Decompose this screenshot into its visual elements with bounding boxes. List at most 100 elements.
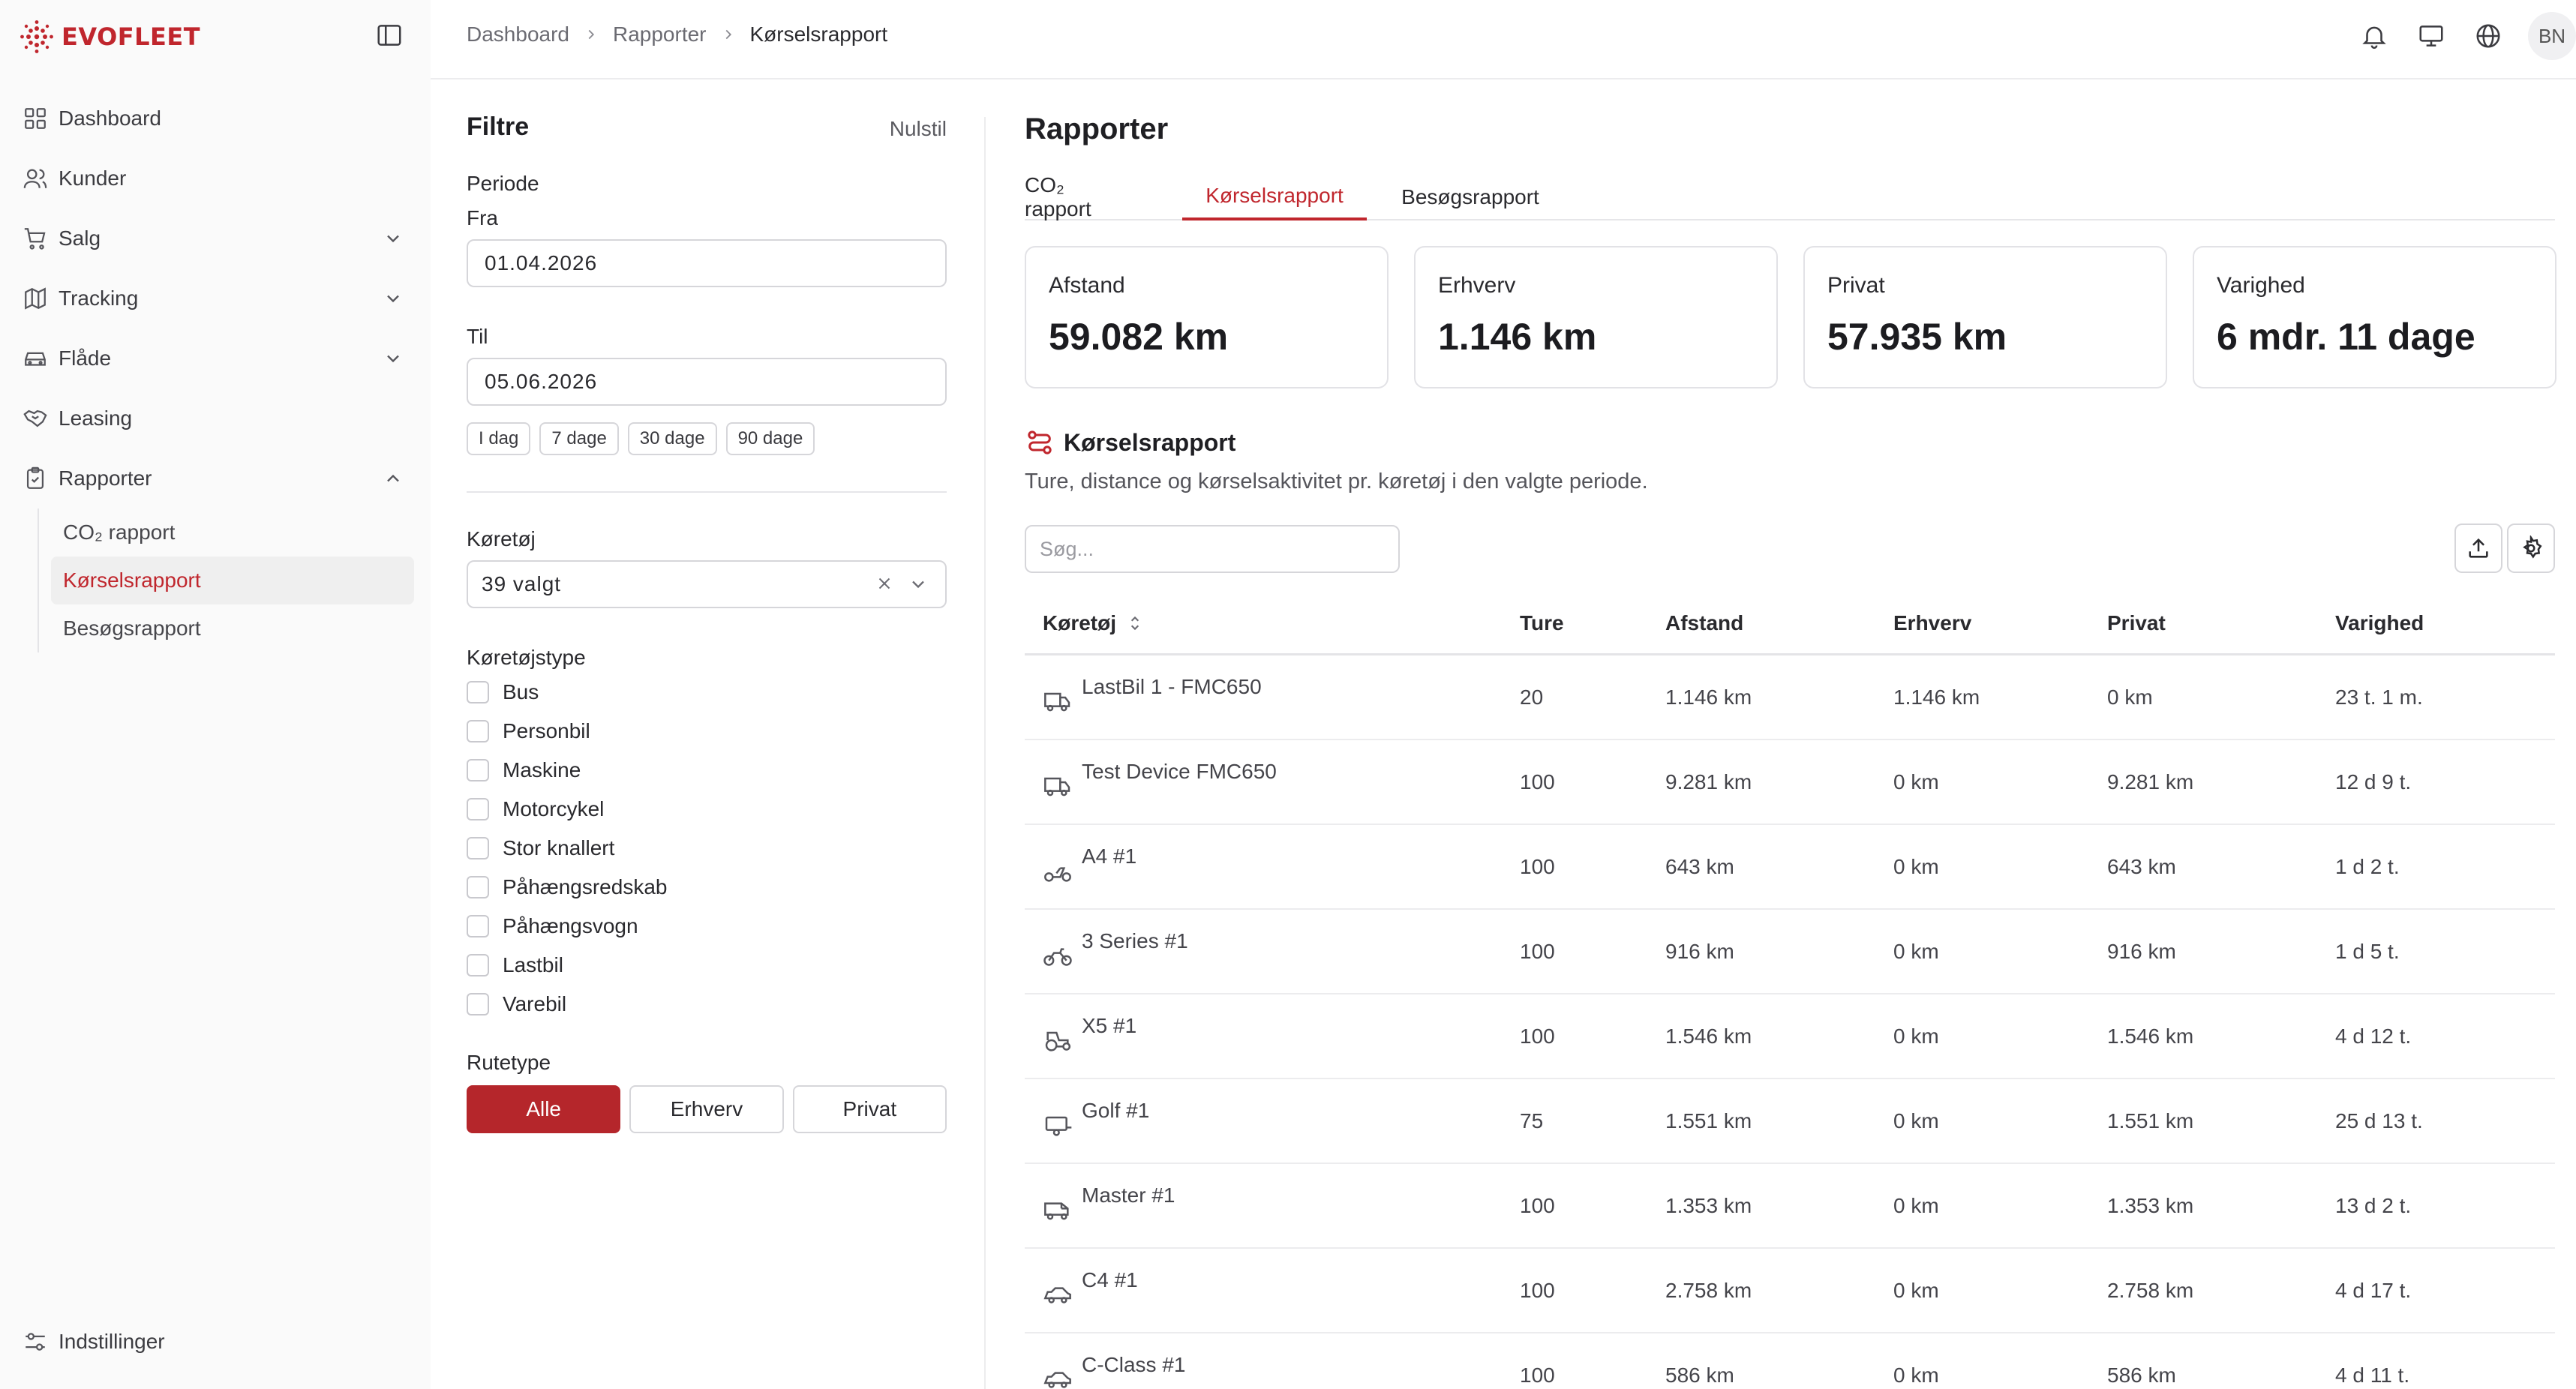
column-header-vehicle[interactable]: Køretøj — [1025, 611, 1520, 635]
checkbox[interactable] — [467, 759, 489, 782]
sidebar-item-leasing[interactable]: Leasing — [17, 388, 414, 448]
globe-icon[interactable] — [2474, 22, 2502, 50]
private-cell: 643 km — [2107, 854, 2176, 878]
from-date-input[interactable]: 01.04.2026 — [467, 239, 947, 287]
table-row[interactable]: C4 #1 100 2.758 km 0 km 2.758 km 4 d 17 … — [1025, 1249, 2555, 1334]
trips-cell: 75 — [1520, 1108, 1544, 1132]
vehicle-type-option[interactable]: Påhængsvogn — [467, 907, 947, 946]
cart-icon — [24, 228, 46, 250]
option-label: Motorcykel — [503, 797, 605, 820]
table-row[interactable]: X5 #1 100 1.546 km 0 km 1.546 km 4 d 12 … — [1025, 994, 2555, 1079]
close-icon[interactable] — [875, 574, 894, 593]
table-row[interactable]: Test Device FMC650 100 9.281 km 0 km 9.2… — [1025, 740, 2555, 825]
business-cell: 0 km — [1893, 1363, 1939, 1387]
vehicle-type-option[interactable]: Motorcykel — [467, 790, 947, 829]
sidebar-subitem-besoegsrapport[interactable]: Besøgsrapport — [51, 604, 414, 652]
to-date-input[interactable]: 05.06.2026 — [467, 358, 947, 406]
to-label: Til — [467, 325, 488, 348]
vehicle-type-option[interactable]: Maskine — [467, 751, 947, 790]
grid-icon — [25, 108, 46, 129]
summary-card-afstand: Afstand 59.082 km — [1025, 246, 1389, 388]
vehicle-type-option[interactable]: Stor knallert — [467, 829, 947, 868]
bell-icon[interactable] — [2360, 22, 2388, 50]
sidebar-item-tracking[interactable]: Tracking — [17, 268, 414, 328]
summary-card-varighed: Varighed 6 mdr. 11 dage — [2193, 246, 2556, 388]
section-subtitle: Ture, distance og kørselsaktivitet pr. k… — [1025, 470, 1648, 494]
handshake-icon — [23, 410, 47, 428]
tab-co2[interactable]: CO₂ rapport — [1025, 173, 1107, 220]
user-avatar[interactable]: BN — [2528, 12, 2576, 60]
export-button[interactable] — [2454, 524, 2502, 573]
table-row[interactable]: A4 #1 100 643 km 0 km 643 km 1 d 2 t. — [1025, 825, 2555, 910]
checkbox[interactable] — [467, 915, 489, 938]
sidebar-subitem-koerselsrapport[interactable]: Kørselsrapport — [51, 556, 414, 604]
truck-icon — [1044, 692, 1070, 711]
table-row[interactable]: Master #1 100 1.353 km 0 km 1.353 km 13 … — [1025, 1164, 2555, 1249]
business-cell: 0 km — [1893, 939, 1939, 963]
table-row[interactable]: C-Class #1 100 586 km 0 km 586 km 4 d 11… — [1025, 1334, 2555, 1389]
summary-cards: Afstand 59.082 km Erhverv 1.146 km Priva… — [1025, 246, 2556, 388]
breadcrumb-dashboard[interactable]: Dashboard — [467, 22, 569, 46]
tab-koerselsrapport[interactable]: Kørselsrapport — [1182, 174, 1367, 220]
checkbox[interactable] — [467, 798, 489, 820]
gear-icon — [2523, 536, 2542, 559]
checkbox[interactable] — [467, 954, 489, 976]
vehicle-type-option[interactable]: Lastbil — [467, 946, 947, 985]
quick-range-today[interactable]: I dag — [467, 422, 531, 455]
filters-panel: Filtre Nulstil Periode Fra 01.04.2026 Ti… — [467, 112, 947, 1133]
checkbox[interactable] — [467, 681, 489, 704]
brand-logo[interactable]: EVOFLEET — [20, 20, 200, 54]
sidebar-item-dashboard[interactable]: Dashboard — [17, 88, 414, 148]
reset-filters-button[interactable]: Nulstil — [890, 117, 947, 141]
route-type-business-button[interactable]: Erhverv — [629, 1085, 784, 1133]
table-row[interactable]: 3 Series #1 100 916 km 0 km 916 km 1 d 5… — [1025, 910, 2555, 994]
option-label: Stor knallert — [503, 836, 615, 860]
table-row[interactable]: Golf #1 75 1.551 km 0 km 1.551 km 25 d 1… — [1025, 1079, 2555, 1164]
monitor-icon[interactable] — [2417, 22, 2445, 50]
option-label: Bus — [503, 680, 539, 704]
card-label: Privat — [1827, 273, 1885, 298]
trips-cell: 100 — [1520, 1024, 1555, 1048]
duration-cell: 25 d 13 t. — [2335, 1108, 2423, 1132]
vehicle-type-option[interactable]: Personbil — [467, 712, 947, 751]
business-cell: 1.146 km — [1893, 685, 1980, 709]
checkbox[interactable] — [467, 720, 489, 742]
vehicle-select[interactable]: 39 valgt — [467, 560, 947, 608]
card-label: Varighed — [2217, 273, 2305, 298]
checkbox[interactable] — [467, 837, 489, 860]
checkbox[interactable] — [467, 876, 489, 898]
card-label: Afstand — [1049, 273, 1125, 298]
vehicle-cell: Test Device FMC650 — [1025, 760, 1520, 801]
distance-cell: 586 km — [1665, 1363, 1734, 1387]
vehicle-type-option[interactable]: Påhængsredskab — [467, 868, 947, 907]
search-input[interactable]: Søg... — [1025, 525, 1400, 573]
sidebar-toggle-icon[interactable] — [375, 21, 404, 50]
chevron-down-icon[interactable] — [908, 574, 929, 595]
quick-range-30[interactable]: 30 dage — [627, 422, 717, 455]
vehicle-cell: Golf #1 — [1025, 1099, 1520, 1140]
route-type-all-button[interactable]: Alle — [467, 1085, 621, 1133]
chevron-down-icon — [387, 235, 399, 243]
table-row[interactable]: LastBil 1 - FMC650 20 1.146 km 1.146 km … — [1025, 656, 2555, 740]
route-type-private-button[interactable]: Privat — [792, 1085, 947, 1133]
distance-cell: 1.546 km — [1665, 1024, 1752, 1048]
sidebar-item-rapporter[interactable]: Rapporter — [17, 448, 414, 508]
table-settings-button[interactable] — [2507, 524, 2555, 573]
sidebar-item-kunder[interactable]: Kunder — [17, 148, 414, 208]
tab-besoegsrapport[interactable]: Besøgsrapport — [1383, 174, 1557, 220]
panel-divider — [984, 117, 986, 1389]
sidebar-item-label: Rapporter — [59, 466, 152, 490]
sort-icon[interactable] — [1125, 614, 1145, 633]
sidebar-item-flaade[interactable]: Flåde — [17, 328, 414, 388]
quick-range-90[interactable]: 90 dage — [725, 422, 815, 455]
vehicle-type-option[interactable]: Varebil — [467, 985, 947, 1024]
column-header-business: Erhverv — [1893, 610, 1972, 634]
quick-range-7[interactable]: 7 dage — [539, 422, 619, 455]
checkbox[interactable] — [467, 993, 489, 1016]
sidebar-item-salg[interactable]: Salg — [17, 208, 414, 268]
sidebar-item-settings[interactable]: Indstillinger — [23, 1329, 165, 1354]
chevron-down-icon — [387, 295, 399, 303]
sidebar-subitem-co2[interactable]: CO₂ rapport — [51, 508, 414, 556]
vehicle-type-option[interactable]: Bus — [467, 673, 947, 712]
breadcrumb-rapporter[interactable]: Rapporter — [613, 22, 707, 46]
